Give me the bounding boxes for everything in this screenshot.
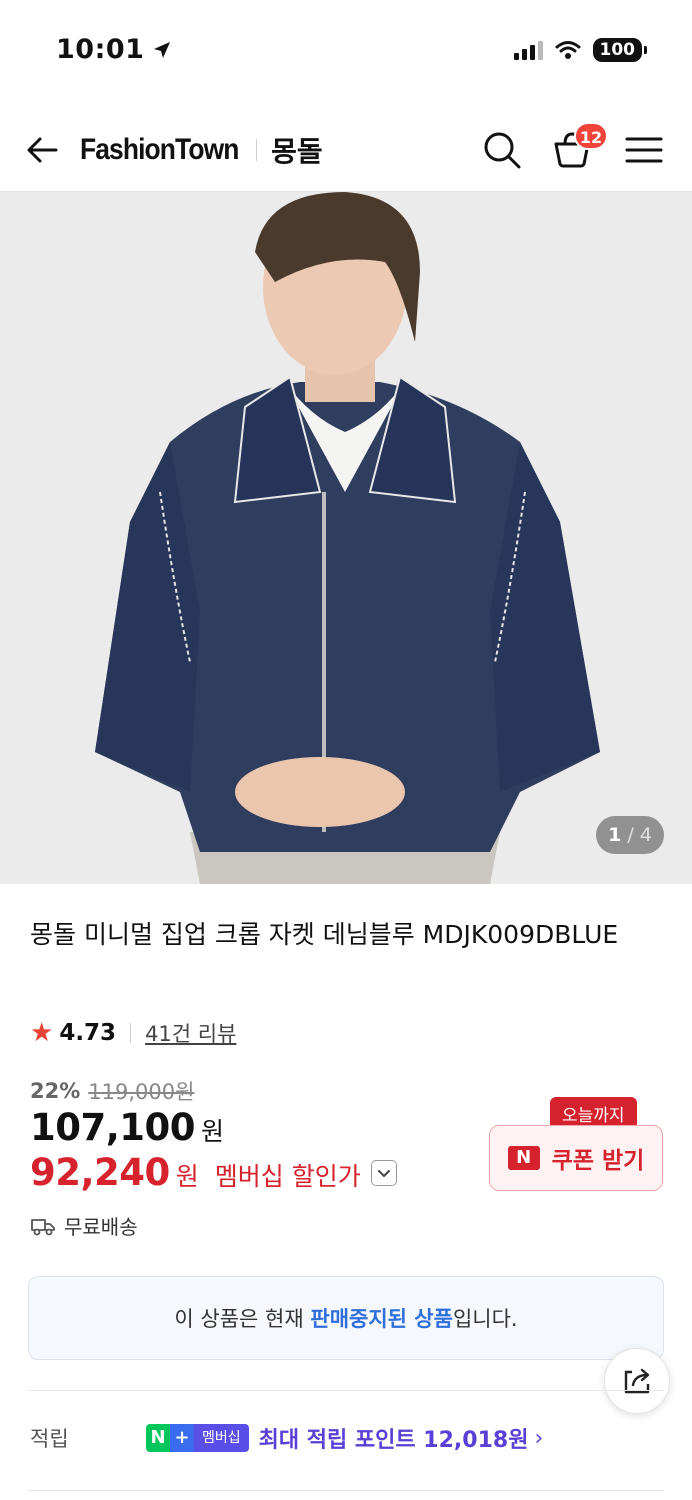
cart-count-badge: 12 [574, 122, 608, 150]
image-counter-current: 1 [608, 824, 622, 846]
status-indicators: 100 [513, 38, 647, 62]
image-counter-total: 4 [639, 824, 652, 846]
shipping-info: 무료배송 [30, 1211, 138, 1240]
price-row: 107,100 원 [30, 1106, 224, 1149]
points-label: 적립 [30, 1427, 69, 1451]
brand-name: FashionTown [80, 133, 239, 166]
review-count-link[interactable]: 41건 리뷰 [145, 1018, 236, 1048]
naver-plus-membership-badge: N + 멤버십 [146, 1424, 249, 1452]
brand-separator [256, 139, 258, 161]
plus-mark: + [170, 1424, 194, 1452]
back-arrow-icon [27, 137, 58, 163]
sale-price-unit: 원 [201, 1117, 225, 1146]
membership-price-row: 92,240 원 멤버십 할인가 [30, 1151, 397, 1194]
discount-rate: 22% [30, 1079, 81, 1103]
section-divider [28, 1390, 664, 1391]
notice-highlight: 판매중지된 상품 [310, 1307, 453, 1331]
menu-button[interactable] [622, 128, 666, 172]
sale-stopped-notice: 이 상품은 현재 판매중지된 상품 입니다. [28, 1276, 664, 1360]
membership-price-label: 멤버십 할인가 [214, 1162, 361, 1191]
rating-value: 4.73 [59, 1020, 117, 1046]
status-time: 10:01 [56, 34, 145, 65]
membership-price-toggle[interactable] [370, 1159, 397, 1186]
membership-badge-text: 멤버십 [194, 1424, 249, 1452]
rating-row: ★ 4.73 41건 리뷰 [30, 1018, 236, 1048]
shipping-text: 무료배송 [64, 1215, 138, 1239]
battery-icon: 100 [592, 38, 647, 62]
store-name: 몽돌 [271, 135, 323, 168]
product-image[interactable] [0, 192, 692, 884]
rating-separator [130, 1023, 132, 1043]
membership-price: 92,240 [30, 1151, 170, 1194]
star-icon: ★ [30, 1018, 54, 1048]
points-row[interactable]: 적립 N + 멤버십 최대 적립 포인트 12,018원 › [30, 1422, 543, 1454]
notice-prefix: 이 상품은 현재 [174, 1307, 311, 1331]
location-arrow-icon [154, 41, 171, 58]
back-button[interactable] [22, 130, 62, 170]
image-counter: 1 / 4 [596, 816, 664, 854]
notice-suffix: 입니다. [452, 1307, 518, 1331]
original-price: 119,000원 [88, 1080, 195, 1104]
discount-row: 22% 119,000원 [30, 1076, 194, 1106]
coupon-button-label: 쿠폰 받기 [551, 1148, 645, 1174]
chevron-right-icon: › [534, 1425, 544, 1451]
search-button[interactable] [480, 128, 524, 172]
bottom-divider [28, 1490, 664, 1491]
chevron-down-icon [377, 1169, 390, 1177]
status-time-group: 10:01 [56, 34, 172, 65]
brand-link[interactable]: FashionTown 몽돌 [80, 130, 323, 170]
naver-logo-icon: N [507, 1146, 540, 1170]
truck-icon [31, 1218, 55, 1235]
get-coupon-button[interactable]: N 쿠폰 받기 [489, 1125, 663, 1191]
naver-n-mark: N [146, 1424, 170, 1452]
membership-price-unit: 원 [175, 1162, 199, 1191]
status-bar: 10:01 100 [0, 0, 692, 100]
menu-icon [625, 137, 663, 163]
product-title: 몽돌 미니멀 집업 크롭 자켓 데님블루 MDJK009DBLUE [30, 920, 619, 949]
product-photo [0, 192, 692, 884]
sale-price: 107,100 [30, 1106, 196, 1149]
search-icon [484, 132, 521, 169]
signal-icon [513, 40, 543, 60]
share-icon [624, 1368, 650, 1394]
max-points-text: 최대 적립 포인트 12,018원 [258, 1428, 529, 1453]
share-button[interactable] [604, 1348, 670, 1414]
wifi-icon [555, 41, 580, 59]
